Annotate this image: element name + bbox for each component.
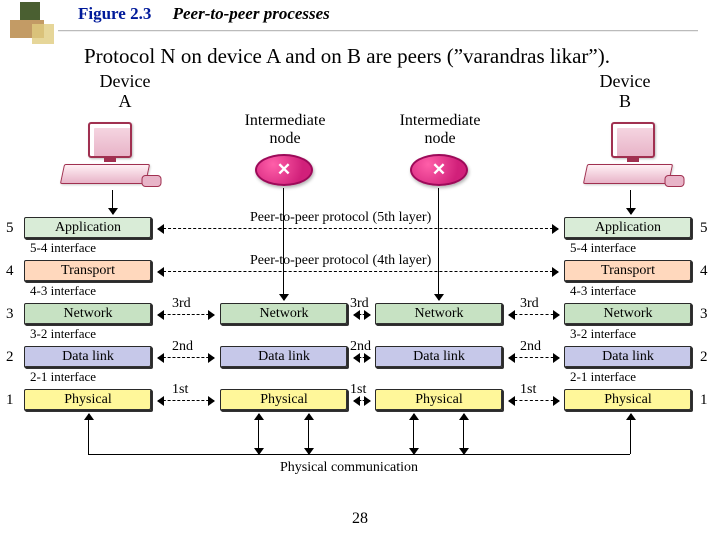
hop	[509, 314, 559, 315]
hop	[158, 400, 214, 401]
iface-21-b: 2-1 interface	[570, 369, 636, 385]
layer-box-dl-n2: Data link	[375, 346, 503, 368]
link	[283, 188, 284, 300]
layer-box-phy-n2: Physical	[375, 389, 503, 411]
iface-43-a: 4-3 interface	[30, 283, 96, 299]
hop	[354, 314, 370, 315]
phys-comm-label: Physical communication	[280, 460, 418, 476]
hop-label-1-1: 1st	[172, 382, 188, 398]
row-num-1r: 1	[700, 392, 708, 409]
figure-number: Figure 2.3	[78, 4, 151, 23]
phys-link	[258, 414, 259, 454]
layer-box-app-a: Application	[24, 217, 152, 239]
iface-32-a: 3-2 interface	[30, 326, 96, 342]
slide: Figure 2.3 Peer-to-peer processes Protoc…	[0, 0, 720, 540]
row-num-2: 2	[6, 349, 14, 366]
hop	[354, 400, 370, 401]
hop	[158, 314, 214, 315]
layer-box-dl-b: Data link	[564, 346, 692, 368]
row-num-2r: 2	[700, 349, 708, 366]
hop	[158, 357, 214, 358]
hop-label-1-2: 1st	[350, 382, 366, 398]
intermediate-node-1: Intermediatenode	[230, 112, 340, 147]
phys-link	[463, 414, 464, 454]
layer-box-net-a: Network	[24, 303, 152, 325]
row-num-4: 4	[6, 263, 14, 280]
row-num-4r: 4	[700, 263, 708, 280]
hop-label-2-2: 2nd	[350, 339, 371, 355]
row-num-5r: 5	[700, 220, 708, 237]
row-num-1: 1	[6, 392, 14, 409]
subtitle: Protocol N on device A and on B are peer…	[84, 44, 610, 69]
layer-box-dl-n1: Data link	[220, 346, 348, 368]
row-num-3: 3	[6, 306, 14, 323]
divider	[58, 30, 698, 31]
hop	[509, 400, 559, 401]
peer-label-5: Peer-to-peer protocol (5th layer)	[250, 210, 431, 226]
figure-caption: Peer-to-peer processes	[173, 4, 330, 23]
iface-32-b: 3-2 interface	[570, 326, 636, 342]
phys-link	[413, 414, 414, 454]
figure-title: Figure 2.3 Peer-to-peer processes	[78, 4, 330, 24]
router-1-icon: ✕	[255, 154, 313, 186]
iface-21-a: 2-1 interface	[30, 369, 96, 385]
router-2-icon: ✕	[410, 154, 468, 186]
layer-box-dl-a: Data link	[24, 346, 152, 368]
layer-box-net-b: Network	[564, 303, 692, 325]
layer-box-app-b: Application	[564, 217, 692, 239]
intermediate-node-2: Intermediatenode	[385, 112, 495, 147]
peer-label-4: Peer-to-peer protocol (4th layer)	[250, 253, 431, 269]
hop	[354, 357, 370, 358]
iface-54-b: 5-4 interface	[570, 240, 636, 256]
page-number: 28	[0, 510, 720, 528]
layer-box-net-n1: Network	[220, 303, 348, 325]
phys-link	[88, 414, 89, 454]
computer-a-icon	[62, 122, 152, 188]
phys-link	[88, 454, 630, 455]
hop-label-2-3: 2nd	[520, 339, 541, 355]
hop-label-3-1: 3rd	[172, 296, 191, 312]
layer-box-phy-n1: Physical	[220, 389, 348, 411]
device-b-label: DeviceB	[575, 72, 675, 112]
peer-link-4	[158, 271, 558, 272]
computer-b-icon	[585, 122, 675, 188]
layer-box-net-n2: Network	[375, 303, 503, 325]
hop-label-1-3: 1st	[520, 382, 536, 398]
hop	[509, 357, 559, 358]
iface-54-a: 5-4 interface	[30, 240, 96, 256]
corner-decoration	[10, 2, 60, 52]
header: Figure 2.3 Peer-to-peer processes	[0, 0, 720, 40]
row-num-5: 5	[6, 220, 14, 237]
hop-label-2-1: 2nd	[172, 339, 193, 355]
device-a-label: DeviceA	[75, 72, 175, 112]
peer-link-5	[158, 228, 558, 229]
phys-link	[630, 414, 631, 454]
phys-link	[308, 414, 309, 454]
layer-box-tra-b: Transport	[564, 260, 692, 282]
hop-label-3-3: 3rd	[520, 296, 539, 312]
diagram: DeviceA DeviceB Intermediatenode Interme…	[40, 72, 680, 512]
row-num-3r: 3	[700, 306, 708, 323]
hop-label-3-2: 3rd	[350, 296, 369, 312]
link	[630, 190, 631, 214]
link	[438, 188, 439, 300]
iface-43-b: 4-3 interface	[570, 283, 636, 299]
link	[112, 190, 113, 214]
layer-box-tra-a: Transport	[24, 260, 152, 282]
